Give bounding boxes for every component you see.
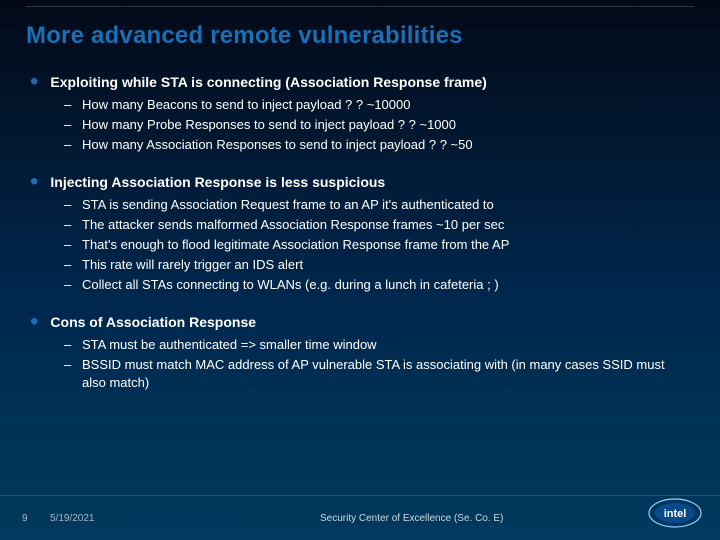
bullet-item: • Cons of Association Response	[30, 312, 686, 332]
sub-item: –This rate will rarely trigger an IDS al…	[64, 256, 686, 274]
sub-text: How many Probe Responses to send to inje…	[82, 116, 456, 134]
sub-item: –Collect all STAs connecting to WLANs (e…	[64, 276, 686, 294]
sub-text: STA is sending Association Request frame…	[82, 196, 494, 214]
footer-center-text: Security Center of Excellence (Se. Co. E…	[320, 513, 503, 524]
sub-item: –That's enough to flood legitimate Assoc…	[64, 236, 686, 254]
sub-text: Collect all STAs connecting to WLANs (e.…	[82, 276, 499, 294]
dash-icon: –	[64, 336, 82, 354]
sub-item: –BSSID must match MAC address of AP vuln…	[64, 356, 686, 392]
sub-text: How many Beacons to send to inject paylo…	[82, 96, 410, 114]
slide: More advanced remote vulnerabilities • E…	[0, 0, 720, 540]
footer: 9 5/19/2021 Security Center of Excellenc…	[0, 496, 720, 540]
bullet-head: Cons of Association Response	[50, 312, 256, 332]
dash-icon: –	[64, 276, 82, 294]
slide-content: • Exploiting while STA is connecting (As…	[26, 72, 694, 392]
dash-icon: –	[64, 116, 82, 134]
sub-item: –STA must be authenticated => smaller ti…	[64, 336, 686, 354]
dash-icon: –	[64, 96, 82, 114]
sub-text: BSSID must match MAC address of AP vulne…	[82, 356, 686, 392]
dash-icon: –	[64, 216, 82, 234]
bullet-dot-icon: •	[30, 312, 38, 332]
sub-item: –How many Beacons to send to inject payl…	[64, 96, 686, 114]
dash-icon: –	[64, 196, 82, 214]
sub-list: –STA is sending Association Request fram…	[64, 196, 686, 294]
bullet-dot-icon: •	[30, 172, 38, 192]
svg-text:intel: intel	[664, 508, 687, 520]
sub-item: –How many Probe Responses to send to inj…	[64, 116, 686, 134]
sub-list: –How many Beacons to send to inject payl…	[64, 96, 686, 154]
intel-logo-icon: intel	[648, 497, 702, 534]
sub-item: –STA is sending Association Request fram…	[64, 196, 686, 214]
dash-icon: –	[64, 136, 82, 154]
sub-list: –STA must be authenticated => smaller ti…	[64, 336, 686, 392]
sub-text: STA must be authenticated => smaller tim…	[82, 336, 377, 354]
dash-icon: –	[64, 236, 82, 254]
sub-text: The attacker sends malformed Association…	[82, 216, 504, 234]
sub-text: This rate will rarely trigger an IDS ale…	[82, 256, 303, 274]
page-number: 9	[22, 513, 50, 524]
footer-date: 5/19/2021	[50, 513, 95, 524]
bullet-dot-icon: •	[30, 72, 38, 92]
bullet-head: Injecting Association Response is less s…	[50, 172, 385, 192]
dash-icon: –	[64, 356, 82, 374]
sub-text: That's enough to flood legitimate Associ…	[82, 236, 509, 254]
bullet-item: • Injecting Association Response is less…	[30, 172, 686, 192]
slide-title: More advanced remote vulnerabilities	[26, 22, 694, 50]
top-divider	[26, 6, 694, 7]
sub-item: –How many Association Responses to send …	[64, 136, 686, 154]
dash-icon: –	[64, 256, 82, 274]
sub-item: –The attacker sends malformed Associatio…	[64, 216, 686, 234]
bullet-item: • Exploiting while STA is connecting (As…	[30, 72, 686, 92]
sub-text: How many Association Responses to send t…	[82, 136, 473, 154]
bullet-head: Exploiting while STA is connecting (Asso…	[50, 72, 486, 92]
